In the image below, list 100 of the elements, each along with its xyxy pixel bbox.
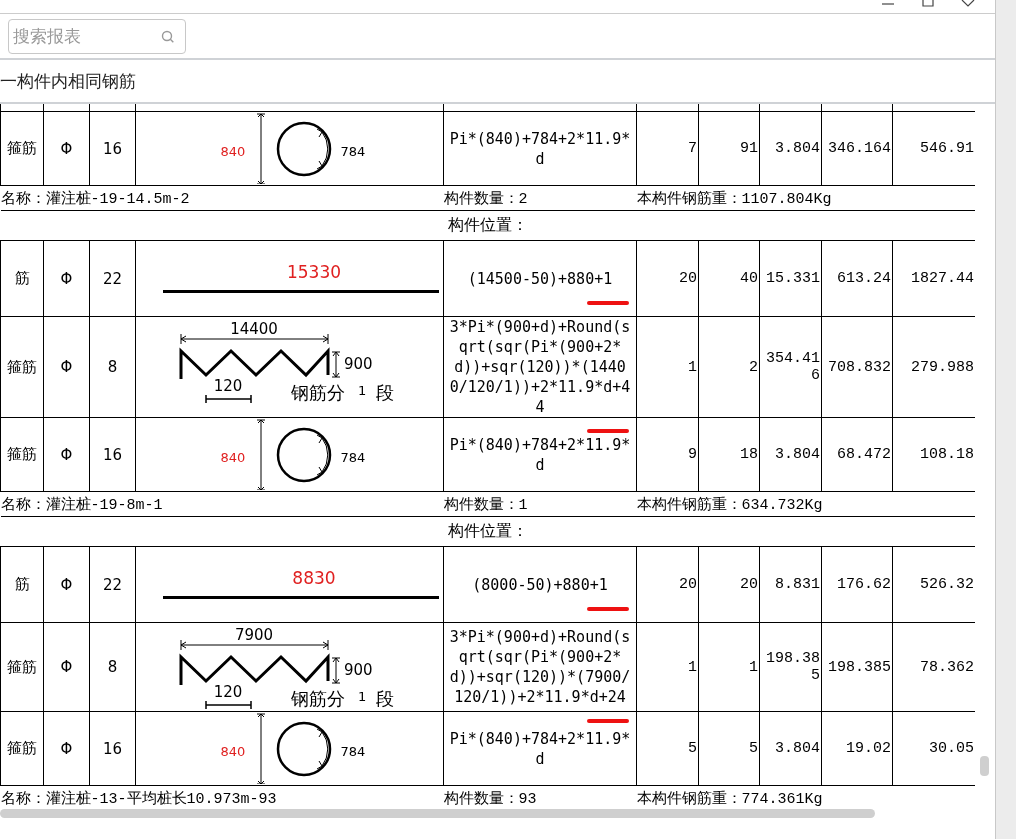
formula-text: (8000-50)+880+1 xyxy=(472,575,608,594)
cell-text: 筋 xyxy=(14,269,30,287)
cell-text: 16 xyxy=(102,445,123,464)
scrollbar-thumb[interactable] xyxy=(980,756,989,776)
ring-drawing xyxy=(276,427,332,483)
cell-text: 20 xyxy=(679,270,697,287)
length-label: 15330 xyxy=(286,262,342,282)
cell-text: 筋 xyxy=(14,575,30,593)
cell-text: 8 xyxy=(107,358,118,376)
cell-text: 40 xyxy=(740,270,758,287)
curved-arrow-icon xyxy=(316,434,329,476)
caption-text: 钢筋分 xyxy=(291,382,345,403)
close-icon[interactable] xyxy=(961,0,975,8)
cell-text: 18 xyxy=(740,446,758,463)
component-count: 构件数量：1 xyxy=(443,496,528,514)
formula-text: 3*Pi*(900+d)+Round(sqrt(sqr(Pi*(900+2*d))+sqr(120))*(7900/120/1))+2*11.9*d+24 xyxy=(449,628,631,706)
dimension-label: 900 xyxy=(344,661,373,679)
component-weight: 本构件钢筋重：1107.804Kg xyxy=(636,190,832,208)
cell-text: 9 xyxy=(688,446,697,463)
cell-text: 1 xyxy=(688,358,697,376)
dimension-label: 840 xyxy=(220,450,246,465)
length-label: 8830 xyxy=(292,568,336,588)
curved-arrow-icon xyxy=(316,128,329,170)
dimension-label: 840 xyxy=(220,744,246,759)
cell-text: 8 xyxy=(107,658,118,676)
component-weight: 本构件钢筋重：634.732Kg xyxy=(636,496,823,514)
cell-text: 1 xyxy=(749,658,758,676)
dimension-label: 120 xyxy=(213,683,243,701)
dimension-label: 784 xyxy=(340,744,366,759)
cell-text: 198.385 xyxy=(828,658,891,676)
cell-text: 526.32 xyxy=(920,576,974,593)
cell-text: 279.988 xyxy=(911,358,974,376)
cell-text: 176.62 xyxy=(837,576,891,593)
dimension-line xyxy=(205,394,252,404)
cell-text: 20 xyxy=(679,576,697,593)
cell-text: 5 xyxy=(688,740,697,757)
cell-text: 1 xyxy=(688,658,697,676)
cell-text: 5 xyxy=(749,740,758,757)
cell-text: 346.164 xyxy=(828,140,891,157)
cell-text: 20 xyxy=(740,576,758,593)
cell-text: 68.472 xyxy=(837,446,891,463)
cell-text: 7 xyxy=(688,140,697,157)
cell-text: 22 xyxy=(102,269,123,288)
cell-text: 354.416 xyxy=(766,350,820,384)
position-label: 构件位置： xyxy=(448,215,528,234)
search-icon xyxy=(161,29,175,44)
caption-text: 钢筋分 xyxy=(291,688,345,709)
cell-text: 箍筋 xyxy=(7,657,37,676)
component-name: 名称：灌注桩-19-8m-1 xyxy=(0,496,163,514)
scrollbar-thumb[interactable] xyxy=(0,809,875,818)
cell-text: 箍筋 xyxy=(7,739,37,757)
ring-drawing xyxy=(276,721,332,777)
ring-drawing xyxy=(276,121,332,177)
dimension-label: 7900 xyxy=(234,626,274,644)
dimension-line xyxy=(331,351,341,378)
cell-text: 箍筋 xyxy=(7,357,37,376)
caption-text: 段 xyxy=(376,688,394,709)
cell-text: 2 xyxy=(749,358,758,376)
cell-text: 1827.44 xyxy=(911,270,974,287)
cell-text: 8.831 xyxy=(775,576,820,593)
component-weight: 本构件钢筋重：774.361Kg xyxy=(636,790,823,808)
formula-text: (14500-50)+880+1 xyxy=(467,269,613,288)
grade-symbol: Φ xyxy=(60,658,73,676)
grade-symbol: Φ xyxy=(60,445,73,464)
minimize-icon[interactable] xyxy=(881,0,895,8)
cell-text: 箍筋 xyxy=(7,139,37,157)
formula-text: 3*Pi*(900+d)+Round(sqrt(sqr(Pi*(900+2*d))+sqr(120))*(14400/120/1))+2*11.9*d+44 xyxy=(449,318,631,416)
segment-count: 1 xyxy=(358,689,367,704)
grade-symbol: Φ xyxy=(60,575,73,594)
cell-text: 78.362 xyxy=(920,658,974,676)
position-label: 构件位置： xyxy=(448,521,528,540)
cell-text: 3.804 xyxy=(775,446,820,463)
dimension-label: 900 xyxy=(344,355,373,373)
search-field[interactable]: 搜索报表 xyxy=(8,18,186,54)
cell-text: 708.832 xyxy=(828,358,891,376)
cell-text: 3.804 xyxy=(775,740,820,757)
cell-text: 91 xyxy=(740,140,758,157)
section-title: 一构件内相同钢筋 xyxy=(0,69,136,93)
dimension-label: 840 xyxy=(220,144,246,159)
dimension-label: 784 xyxy=(340,450,366,465)
maximize-icon[interactable] xyxy=(921,0,935,8)
dimension-label: 784 xyxy=(340,144,366,159)
cell-text: 16 xyxy=(102,739,123,758)
cell-text: 3.804 xyxy=(775,140,820,157)
cell-text: 546.91 xyxy=(920,140,974,157)
curved-arrow-icon xyxy=(316,728,329,770)
cell-text: 198.385 xyxy=(766,650,820,684)
dimension-label: 14400 xyxy=(230,320,278,338)
formula-text: Pi*(840)+784+2*11.9*d xyxy=(449,129,631,168)
grade-symbol: Φ xyxy=(60,139,73,158)
cell-text: 19.02 xyxy=(846,740,891,757)
formula-text: Pi*(840)+784+2*11.9*d xyxy=(449,729,631,768)
cell-text: 22 xyxy=(102,575,123,594)
cell-text: 30.05 xyxy=(929,740,974,757)
formula-text: Pi*(840)+784+2*11.9*d xyxy=(449,435,631,474)
component-name: 名称：灌注桩-13-平均桩长10.973m-93 xyxy=(0,790,277,808)
cell-text: 15.331 xyxy=(766,270,820,287)
dimension-line xyxy=(205,700,252,710)
cell-text: 613.24 xyxy=(837,270,891,287)
dimension-label: 120 xyxy=(213,377,243,395)
